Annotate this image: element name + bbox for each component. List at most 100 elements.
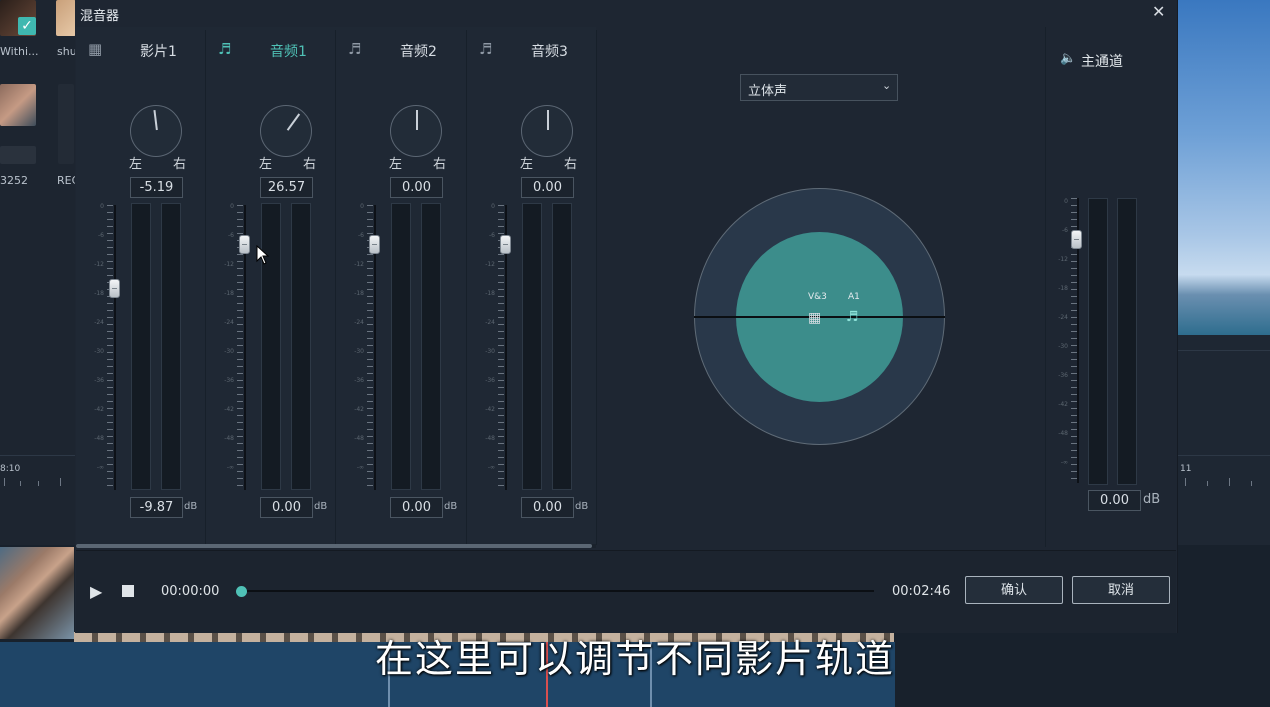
horizontal-scrollbar[interactable] [76, 544, 592, 548]
volume-unit: dB [575, 501, 589, 512]
master-volume-field[interactable]: 0.00 [1088, 490, 1141, 511]
scale-label: -24 [1058, 314, 1068, 321]
scale-label: -48 [354, 435, 364, 442]
scale-label: -6 [489, 232, 495, 239]
timeline-ruler[interactable]: 11 [1177, 455, 1270, 496]
scale-label: -48 [485, 435, 495, 442]
volume-fader-track[interactable] [114, 205, 116, 490]
master-meter-right [1117, 198, 1137, 485]
scale-label: 0 [230, 203, 234, 210]
scale-label: -30 [354, 348, 364, 355]
timeline-ruler[interactable]: 8:10 [0, 455, 76, 496]
level-meter-right [291, 203, 311, 490]
scale-label: -6 [98, 232, 104, 239]
total-duration: 00:02:46 [892, 584, 951, 599]
media-thumbnail[interactable] [0, 84, 36, 126]
volume-value-field[interactable]: 0.00 [260, 497, 313, 518]
pan-knob-pointer [416, 110, 418, 130]
scale-label: -24 [354, 319, 364, 326]
music-note-icon: ♬ [348, 40, 362, 58]
scale-label: -18 [354, 290, 364, 297]
scale-label: 0 [100, 203, 104, 210]
pan-value-field[interactable]: 26.57 [260, 177, 313, 198]
pan-left-label: 左 [520, 157, 534, 172]
scale-label: -36 [354, 377, 364, 384]
pan-knob[interactable] [260, 105, 312, 157]
strip-divider [335, 30, 336, 545]
scale-label: -∞ [1060, 459, 1068, 466]
video-subtitle: 在这里可以调节不同影片轨道 [374, 637, 895, 681]
scale-label: -42 [1058, 401, 1068, 408]
volume-unit: dB [314, 501, 328, 512]
volume-fader-handle[interactable] [239, 235, 250, 254]
close-icon[interactable]: ✕ [1152, 2, 1165, 21]
level-meter-right [421, 203, 441, 490]
scale-label: -36 [224, 377, 234, 384]
scale-label: -18 [485, 290, 495, 297]
scale-label: -∞ [356, 464, 364, 471]
confirm-button[interactable]: 确认 [965, 576, 1063, 604]
scale-label: -36 [485, 377, 495, 384]
scale-label: -30 [1058, 343, 1068, 350]
speaker-icon: 🔈 [1060, 51, 1077, 66]
checked-icon: ✓ [18, 17, 36, 35]
media-thumbnail[interactable] [56, 0, 76, 36]
scale-label: -18 [1058, 285, 1068, 292]
master-channel-title: 主通道 [1081, 54, 1123, 70]
scale-label: 0 [1064, 198, 1068, 205]
scale-label: -6 [1062, 227, 1068, 234]
scale-label: -18 [224, 290, 234, 297]
music-note-icon[interactable]: ♬ [846, 309, 859, 325]
pan-knob[interactable] [521, 105, 573, 157]
stop-icon[interactable] [122, 585, 134, 597]
video-clip-thumbnail[interactable] [0, 547, 74, 639]
chevron-down-icon[interactable]: ⌄ [882, 79, 891, 92]
cancel-button[interactable]: 取消 [1072, 576, 1170, 604]
pan-value-field[interactable]: -5.19 [130, 177, 183, 198]
fader-ticks [107, 205, 113, 490]
play-icon[interactable]: ▶ [90, 582, 102, 601]
strip-divider [466, 30, 467, 545]
volume-value-field[interactable]: 0.00 [390, 497, 443, 518]
scale-label: -∞ [96, 464, 104, 471]
preview-timeline[interactable] [241, 590, 874, 592]
pan-value-field[interactable]: 0.00 [521, 177, 574, 198]
pan-right-label: 右 [433, 157, 447, 172]
pan-source-video-label: V&3 [808, 292, 827, 302]
media-thumbnail[interactable] [0, 146, 36, 164]
pan-left-label: 左 [129, 157, 143, 172]
pan-knob[interactable] [390, 105, 442, 157]
level-meter-left [522, 203, 542, 490]
volume-unit: dB [184, 501, 198, 512]
volume-value-field[interactable]: 0.00 [521, 497, 574, 518]
scale-label: -12 [485, 261, 495, 268]
music-note-icon: ♬ [479, 40, 493, 58]
volume-fader-handle[interactable] [500, 235, 511, 254]
pan-knob[interactable] [130, 105, 182, 157]
scale-label: -∞ [487, 464, 495, 471]
pan-knob-pointer [286, 113, 301, 131]
scale-label: -42 [94, 406, 104, 413]
scale-label: -48 [224, 435, 234, 442]
scale-label: -36 [1058, 372, 1068, 379]
pan-left-label: 左 [389, 157, 403, 172]
scale-label: 0 [491, 203, 495, 210]
volume-value-field[interactable]: -9.87 [130, 497, 183, 518]
media-thumbnail[interactable] [58, 84, 74, 164]
scale-label: -30 [224, 348, 234, 355]
level-meter-left [391, 203, 411, 490]
scale-label: -24 [94, 319, 104, 326]
timeline-scrubber[interactable] [236, 586, 247, 597]
volume-fader-handle[interactable] [369, 235, 380, 254]
scale-label: -48 [94, 435, 104, 442]
scale-label: 0 [360, 203, 364, 210]
volume-fader-handle[interactable] [109, 279, 120, 299]
channel-name: 音频1 [270, 44, 307, 60]
dialog-titlebar[interactable] [75, 0, 1177, 26]
pan-value-field[interactable]: 0.00 [390, 177, 443, 198]
volume-unit: dB [444, 501, 458, 512]
pan-source-audio-label: A1 [848, 292, 860, 302]
master-fader-handle[interactable] [1071, 230, 1082, 249]
music-note-icon: ♬ [218, 40, 232, 58]
film-icon[interactable]: ▦ [808, 310, 821, 326]
